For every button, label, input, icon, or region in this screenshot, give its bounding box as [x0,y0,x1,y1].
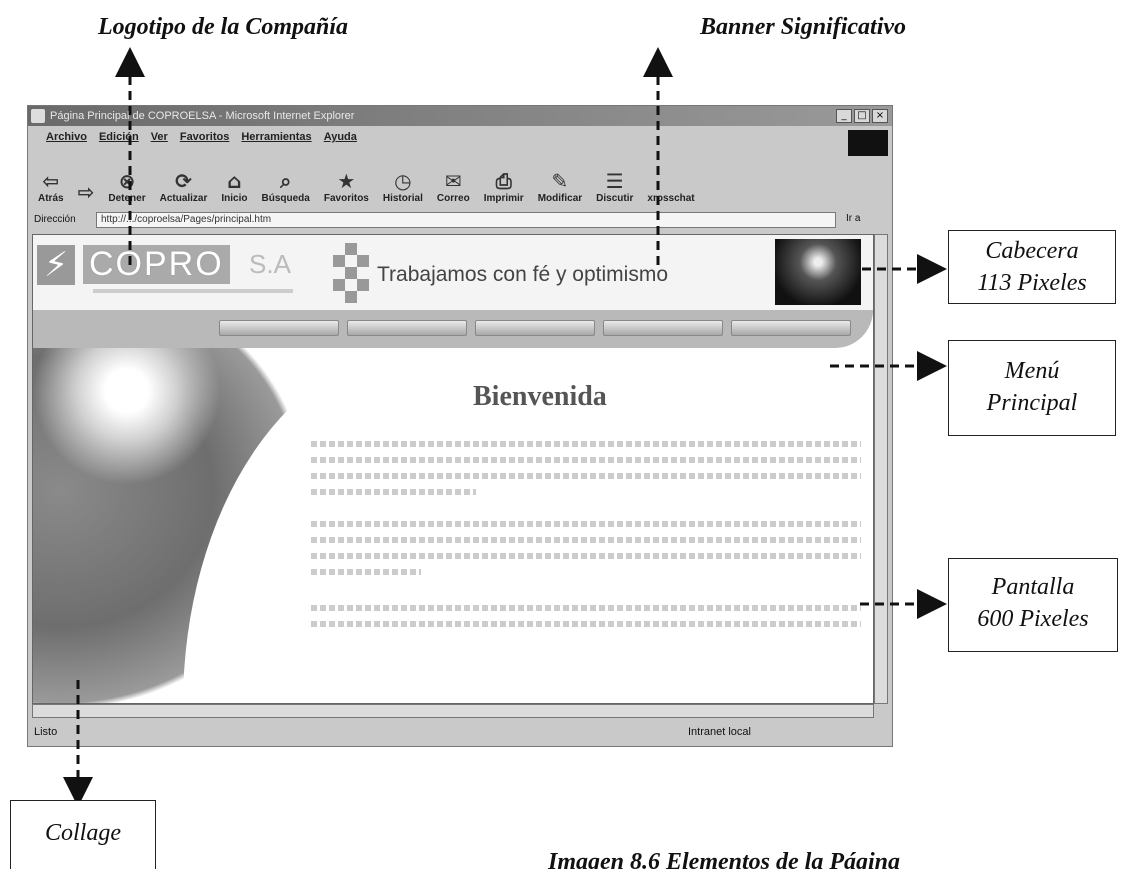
welcome-heading: Bienvenida [473,381,607,412]
toolbar-button-label: Discutir [596,193,634,204]
toolbar-button-5[interactable]: ⌕ Búsqueda [262,169,310,204]
toolbar-button-label: Atrás [38,193,64,204]
history-icon: ◷ [394,169,412,193]
favorites-icon: ★ [337,169,356,193]
main-menu-item[interactable] [731,320,851,336]
toolbar-button-label: Correo [436,193,470,204]
menu-annotation-box: Menú Principal [948,340,1116,436]
window-title: Página Principal de COPROELSA - Microsof… [50,110,355,122]
title-bar: Página Principal de COPROELSA - Microsof… [28,106,892,126]
back-arrow-icon: ⇦ [42,169,60,193]
menu-bar: Archivo Edición Ver Favoritos Herramient… [28,128,892,146]
go-button[interactable]: Ir a [846,213,860,224]
status-ready: Listo [34,726,58,738]
toolbar-button-label: Búsqueda [261,193,310,204]
logo-tagline [93,289,293,293]
toolbar-button-9[interactable]: ⎙ Imprimir [484,169,524,204]
header-photo [775,239,861,305]
paragraph-3 [311,605,861,637]
toolbar-button-label: Historial [382,193,423,204]
edit-icon: ✎ [551,169,569,193]
ie-page-icon [31,109,45,123]
toolbar-button-label: xrosschat [647,193,695,204]
menu-archivo[interactable]: Archivo [46,128,87,146]
main-menu-item[interactable] [475,320,595,336]
address-bar: Dirección http://.../coproelsa/Pages/pri… [28,211,892,231]
toolbar-button-label: Inicio [221,193,248,204]
page-viewport: ⚡ COPRO S.A Trabajamos con fé y optimism… [32,234,874,704]
toolbar-button-label: Favoritos [323,193,369,204]
toolbar-button-label: Imprimir [483,193,524,204]
lightning-bolt-icon: ⚡ [37,245,75,285]
refresh-icon: ⟳ [175,169,192,193]
toolbar-button-label: Detener [108,193,146,204]
status-zone: Intranet local [688,726,751,738]
toolbar-button-7[interactable]: ◷ Historial [383,169,423,204]
home-icon: ⌂ [227,169,242,193]
menu-ver[interactable]: Ver [151,128,168,146]
stop-icon: ⊗ [118,169,136,193]
toolbar-button-10[interactable]: ✎ Modificar [538,169,582,204]
header-annotation-title: Cabecera [985,238,1079,264]
toolbar-button-label: Actualizar [159,193,208,204]
menu-herramientas[interactable]: Herramientas [241,128,311,146]
menu-favoritos[interactable]: Favoritos [180,128,230,146]
toolbar-button-11[interactable]: ☰ Discutir [596,169,633,204]
minimize-button[interactable]: _ [836,109,852,123]
checker-pattern [333,243,369,303]
toolbar-button-4[interactable]: ⌂ Inicio [221,169,247,204]
print-icon: ⎙ [495,169,512,193]
screen-annotation-size: 600 Pixeles [977,606,1089,632]
main-menu-item[interactable] [219,320,339,336]
paragraph-2 [311,521,861,585]
browser-window: Página Principal de COPROELSA - Microsof… [27,105,893,747]
toolbar-button-0[interactable]: ⇦ Atrás [38,169,64,204]
search-icon: ⌕ [280,169,292,193]
main-menu-item[interactable] [603,320,723,336]
company-logo-suffix: S.A [249,249,291,279]
banner-slogan: Trabajamos con fé y optimismo [377,263,668,286]
banner-annotation: Banner Significativo [700,14,907,40]
address-input[interactable]: http://.../coproelsa/Pages/principal.htm [96,212,836,228]
toolbar-button-12[interactable]: xrosschat [647,193,694,204]
menu-annotation-line1: Menú [1004,358,1060,384]
paragraph-1 [311,441,861,505]
toolbar-button-3[interactable]: ⟳ Actualizar [160,169,208,204]
status-bar: Listo Intranet local [28,720,892,744]
toolbar-button-8[interactable]: ✉ Correo [437,169,470,204]
menu-ayuda[interactable]: Ayuda [324,128,357,146]
header-annotation-box: Cabecera 113 Pixeles [948,230,1116,304]
collage-annotation-box: Collage [10,800,156,869]
screen-annotation-title: Pantalla [991,574,1075,600]
mail-icon: ✉ [444,169,462,193]
collage-annotation-text: Collage [45,820,121,846]
main-menu [219,320,851,336]
menu-annotation-line2: Principal [986,390,1078,416]
window-controls: _ □ × [836,109,888,123]
toolbar-button-6[interactable]: ★ Favoritos [324,169,369,204]
standard-toolbar: ⇦ Atrás ⇨ ⊗ Detener ⟳ Actualizar ⌂ Inicio ⌕ Búsque… [28,148,892,210]
address-label: Dirección [34,214,76,225]
header-annotation-size: 113 Pixeles [977,270,1087,296]
company-logo[interactable]: COPRO [83,245,230,284]
vertical-scrollbar[interactable] [874,234,888,704]
discuss-icon: ☰ [605,169,624,193]
main-menu-item[interactable] [347,320,467,336]
horizontal-scrollbar[interactable] [32,704,874,718]
logo-annotation: Logotipo de la Compañía [98,14,349,40]
toolbar-button-label: Modificar [537,193,583,204]
figure-caption: Imagen 8.6 Elementos de la Página [548,849,901,869]
menu-edicion[interactable]: Edición [99,128,139,146]
maximize-button[interactable]: □ [854,109,870,123]
forward-arrow-icon: ⇨ [77,180,95,204]
close-button[interactable]: × [872,109,888,123]
toolbar-button-1[interactable]: ⇨ [78,180,95,204]
toolbar-button-2[interactable]: ⊗ Detener [108,169,145,204]
screen-annotation-box: Pantalla 600 Pixeles [948,558,1118,652]
